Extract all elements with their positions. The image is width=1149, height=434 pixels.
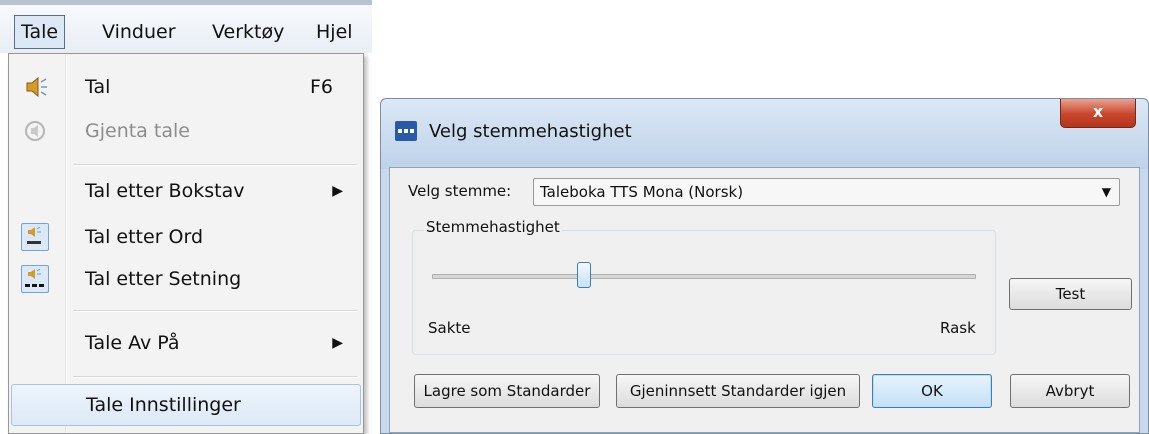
menu-item-label: Tal etter Ord [85,226,204,248]
speed-slider-thumb[interactable] [576,262,591,288]
dialog-title: Velg stemmehastighet [429,121,632,142]
speed-group [412,230,996,355]
speed-group-title: Stemmehastighet [424,218,562,236]
tale-dropdown-menu: Tal F6 Gjenta tale Tal etter Bokstav ▶ T… [8,53,364,434]
save-as-default-button[interactable]: Lagre som Standarder [414,374,600,408]
close-icon: x [1092,102,1104,121]
voice-select-value: Taleboka TTS Mona (Norsk) [540,183,744,201]
shortcut-label: F6 [309,76,333,98]
dialog-titlebar[interactable]: Velg stemmehastighet x [381,99,1148,169]
voice-select[interactable]: Taleboka TTS Mona (Norsk) ▼ [533,178,1120,206]
menu-item-tale-av-pa[interactable]: Tale Av På ▶ [11,324,361,362]
menu-bar: Tale Vinduer Verktøy Hjel [0,0,372,53]
restore-defaults-button[interactable]: Gjeninnsett Standarder igjen [616,374,860,408]
chevron-down-icon: ▼ [1101,185,1111,199]
close-button[interactable]: x [1060,99,1136,128]
menu-item-label: Tal etter Bokstav [85,180,245,202]
speak-word-icon [21,223,49,251]
menu-item-tal-etter-bokstav[interactable]: Tal etter Bokstav ▶ [11,172,361,210]
menu-separator [73,164,357,166]
speak-sentence-icon [21,265,49,293]
menu-tale[interactable]: Tale [14,15,66,49]
ok-button[interactable]: OK [872,374,992,408]
test-button[interactable]: Test [1009,278,1132,310]
speech-rate-dialog: Velg stemmehastighet x Velg stemme: Tale… [380,98,1149,434]
menu-separator [73,310,357,312]
menu-item-label: Tal etter Setning [85,268,242,290]
menu-item-label: Gjenta tale [85,120,190,142]
slow-label: Sakte [428,319,471,337]
speed-slider-track[interactable] [432,274,976,279]
menu-item-tal-etter-setning[interactable]: Tal etter Setning [11,260,361,298]
repeat-speech-icon [25,121,45,141]
menu-item-label: Tale Innstillinger [86,394,241,416]
submenu-arrow-icon: ▶ [332,183,343,199]
dialog-client-area: Velg stemme: Taleboka TTS Mona (Norsk) ▼… [389,167,1140,433]
menu-vinduer[interactable]: Vinduer [96,15,182,49]
submenu-arrow-icon: ▶ [332,335,343,351]
menu-item-tal[interactable]: Tal F6 [11,68,361,106]
voice-label: Velg stemme: [408,182,512,200]
cancel-button[interactable]: Avbryt [1010,374,1130,408]
menu-item-gjenta-tale: Gjenta tale [11,112,361,150]
menu-item-label: Tal [85,76,111,98]
fast-label: Rask [940,319,976,337]
menu-separator [73,376,357,378]
menu-item-label: Tale Av På [85,332,180,354]
speaker-icon [26,76,47,98]
app-icon [395,121,417,141]
menu-hjelp[interactable]: Hjel [310,15,359,49]
menu-item-tal-etter-ord[interactable]: Tal etter Ord [11,218,361,256]
menu-verktoy[interactable]: Verktøy [206,15,290,49]
menu-item-tale-innstillinger[interactable]: Tale Innstillinger [11,384,361,426]
